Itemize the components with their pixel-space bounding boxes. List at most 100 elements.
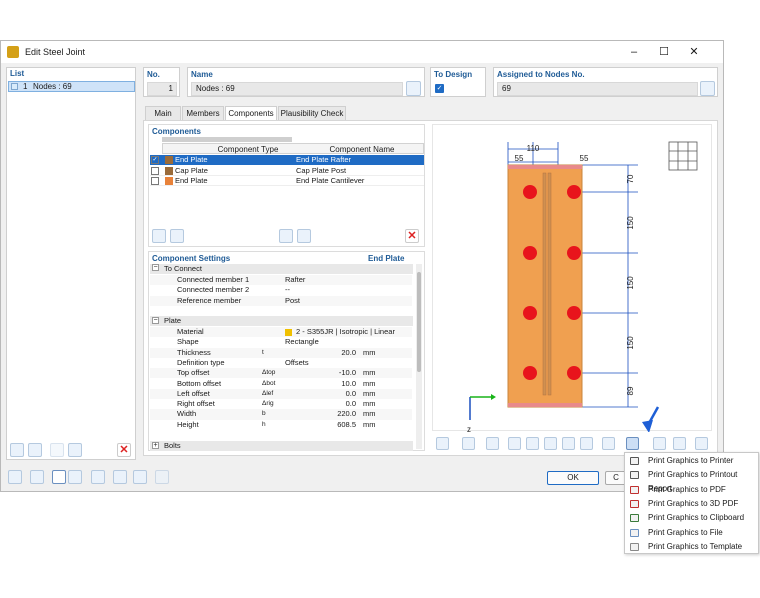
collapse-icon[interactable]: − xyxy=(152,317,159,324)
axis-view-icon[interactable] xyxy=(462,437,475,450)
setting-row[interactable]: Left offset Δlef 0.0 mm xyxy=(150,388,412,400)
view-cube-icon[interactable] xyxy=(668,141,698,171)
plate-section[interactable]: − Plate xyxy=(150,316,413,326)
annotation-arrow xyxy=(642,406,660,433)
setting-symbol: h xyxy=(262,420,266,428)
setting-value: 0.0 xyxy=(345,388,356,398)
print-menu-item[interactable]: Print Graphics to PDF xyxy=(625,483,760,497)
setting-row[interactable]: Thickness t 20.0 mm xyxy=(150,347,412,358)
tab-components[interactable]: Components xyxy=(225,106,277,121)
print-menu-item[interactable]: Print Graphics to Template xyxy=(625,540,760,554)
scrollbar-thumb[interactable] xyxy=(417,272,421,372)
setting-row[interactable]: Definition type Offsets xyxy=(150,357,412,369)
view-z-icon[interactable] xyxy=(544,437,557,450)
print-menu-item[interactable]: Print Graphics to Clipboard xyxy=(625,511,760,525)
print-menu-icon xyxy=(630,457,639,465)
import-icon[interactable] xyxy=(279,229,293,243)
display-icon[interactable] xyxy=(602,437,615,450)
select-nodes-icon[interactable] xyxy=(700,81,715,96)
setting-row[interactable]: Height h 608.5 mm xyxy=(150,419,412,430)
delete-list-icon[interactable]: ✕ xyxy=(117,443,131,457)
help-icon[interactable] xyxy=(91,470,105,484)
view-x-icon[interactable] xyxy=(508,437,521,450)
tab-members[interactable]: Members xyxy=(182,106,224,120)
setting-row[interactable]: Connected member 1 Rafter xyxy=(150,275,412,286)
maximize-icon[interactable]: ☐ xyxy=(657,45,671,59)
setting-value: Rectangle xyxy=(285,337,319,347)
tab-plausibility-check[interactable]: Plausibility Check xyxy=(278,106,346,120)
render-icon[interactable] xyxy=(580,437,593,450)
new-item-icon[interactable] xyxy=(10,443,24,457)
setting-row[interactable]: Bottom offset Δbot 10.0 mm xyxy=(150,378,412,389)
add-component-icon[interactable] xyxy=(152,229,166,243)
reset-view-icon[interactable] xyxy=(673,437,686,450)
web-line xyxy=(542,172,547,396)
list-item[interactable]: 1 Nodes : 69 xyxy=(8,81,135,92)
insert-component-icon[interactable] xyxy=(170,229,184,243)
delete-component-icon[interactable]: ✕ xyxy=(405,229,419,243)
units-icon[interactable] xyxy=(30,470,44,484)
tab-main[interactable]: Main xyxy=(145,106,181,120)
component-row[interactable]: ✓ End Plate End Plate Rafter xyxy=(150,155,424,165)
component-checkbox[interactable] xyxy=(151,177,159,185)
setting-row[interactable]: Connected member 2 -- xyxy=(150,285,412,296)
check-icon[interactable] xyxy=(50,443,64,457)
setting-row[interactable]: Material 2 - S355JR | Isotropic | Linear… xyxy=(150,327,412,346)
setting-row[interactable]: Top offset Δtop -10.0 mm xyxy=(150,368,412,379)
setting-symbol: Δbot xyxy=(262,379,276,387)
component-type: End Plate xyxy=(175,155,208,164)
component-row[interactable]: Cap Plate Cap Plate Post xyxy=(150,166,424,176)
print-menu-item[interactable]: Print Graphics to 3D PDF xyxy=(625,497,760,511)
print-menu-label: Print Graphics to 3D PDF xyxy=(648,498,739,508)
setting-row[interactable]: Right offset Δrig 0.0 mm xyxy=(150,399,412,410)
function-icon[interactable] xyxy=(155,470,169,484)
collapse-icon[interactable]: − xyxy=(152,264,159,271)
list-item-num: 1 xyxy=(23,82,28,91)
to-design-checkbox[interactable]: ✓ xyxy=(435,84,444,93)
list-panel: List 1 Nodes : 69 xyxy=(6,67,136,460)
export-icon[interactable] xyxy=(695,437,708,450)
graphics-view[interactable]: 110 55 55 70 150 150 150 89 z xyxy=(432,124,712,434)
dim-side-2: 150 xyxy=(626,216,635,230)
print-icon[interactable] xyxy=(626,437,639,450)
setting-row[interactable]: Shape Rectangle xyxy=(150,337,412,348)
view-settings-icon[interactable] xyxy=(436,437,449,450)
bolts-section[interactable]: + Bolts xyxy=(150,441,413,451)
copy-item-icon[interactable] xyxy=(28,443,42,457)
setting-value: 0.0 xyxy=(345,399,356,409)
component-color-swatch xyxy=(165,156,173,164)
assigned-field[interactable]: 69 xyxy=(497,82,698,96)
print-menu-item[interactable]: Print Graphics to File xyxy=(625,526,760,540)
print-menu-item[interactable]: Print Graphics to Printout Report xyxy=(625,468,760,493)
setting-row[interactable]: Reference member Post xyxy=(150,295,412,306)
component-checkbox[interactable]: ✓ xyxy=(151,156,159,164)
close-icon[interactable]: ✕ xyxy=(687,45,701,59)
zoom-icon[interactable] xyxy=(486,437,499,450)
no-field[interactable]: 1 xyxy=(147,82,177,96)
component-row[interactable]: End Plate End Plate Cantilever xyxy=(150,176,424,186)
component-checkbox[interactable] xyxy=(151,166,159,175)
members-icon[interactable] xyxy=(113,470,127,484)
nodes-icon[interactable] xyxy=(133,470,147,484)
setting-unit: mm xyxy=(363,399,376,409)
ok-button[interactable]: OK xyxy=(547,471,599,485)
edit-name-icon[interactable] xyxy=(406,81,421,96)
settings-scrollbar[interactable] xyxy=(416,264,422,449)
pdf-icon[interactable] xyxy=(653,437,666,450)
to-connect-section[interactable]: − To Connect xyxy=(150,264,413,274)
setting-value: -- xyxy=(285,285,290,295)
view-y-icon[interactable] xyxy=(526,437,539,450)
view-iso-icon[interactable] xyxy=(562,437,575,450)
search-icon[interactable] xyxy=(8,470,22,484)
print-menu-item[interactable]: Print Graphics to Printer xyxy=(625,454,760,468)
component-color-swatch xyxy=(165,177,173,185)
minimize-icon[interactable]: – xyxy=(627,45,641,59)
expand-icon[interactable]: + xyxy=(152,442,159,449)
renumber-icon[interactable] xyxy=(68,443,82,457)
save-template-icon[interactable] xyxy=(297,229,311,243)
setting-row[interactable]: Width b 220.0 mm xyxy=(150,409,412,420)
name-field[interactable]: Nodes : 69 xyxy=(191,82,403,96)
list-header: List xyxy=(10,69,25,78)
display-frame-icon[interactable] xyxy=(52,470,66,484)
table-view-icon[interactable] xyxy=(68,470,82,484)
